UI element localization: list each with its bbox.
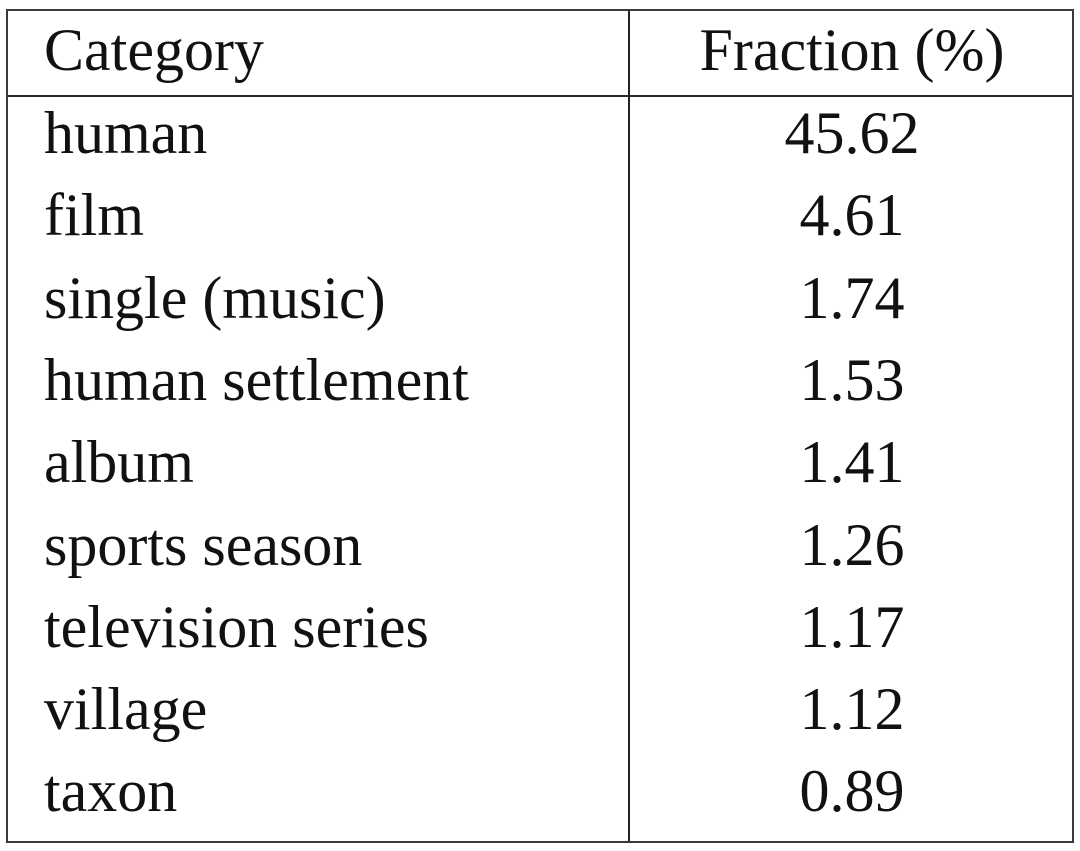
fraction-cell: 1.74 <box>799 264 905 331</box>
category-fraction-table: Category Fraction (%) human 45.62 film 4.61… <box>6 9 1074 843</box>
fraction-cell: 1.53 <box>799 346 905 413</box>
fraction-cell: 1.26 <box>799 511 905 578</box>
category-cell: human settlement <box>44 346 469 413</box>
header-fraction: Fraction (%) <box>699 17 1005 83</box>
category-cell: village <box>44 676 208 743</box>
category-cell: film <box>44 182 144 249</box>
category-cell: human <box>44 100 208 166</box>
fraction-cell: 1.12 <box>799 676 905 743</box>
table-header-row: Category Fraction (%) <box>8 11 1072 97</box>
category-cell: single (music) <box>44 264 386 331</box>
category-cell: sports season <box>44 511 363 578</box>
fraction-cell: 0.89 <box>799 758 905 825</box>
category-cell: taxon <box>44 758 178 825</box>
fraction-cell: 1.41 <box>799 429 905 496</box>
category-cell: album <box>44 429 194 496</box>
category-cell: television series <box>44 593 429 660</box>
fraction-cell: 1.17 <box>799 593 905 660</box>
header-category: Category <box>44 17 264 83</box>
fraction-cell: 45.62 <box>784 100 920 166</box>
fraction-cell: 4.61 <box>799 182 905 249</box>
